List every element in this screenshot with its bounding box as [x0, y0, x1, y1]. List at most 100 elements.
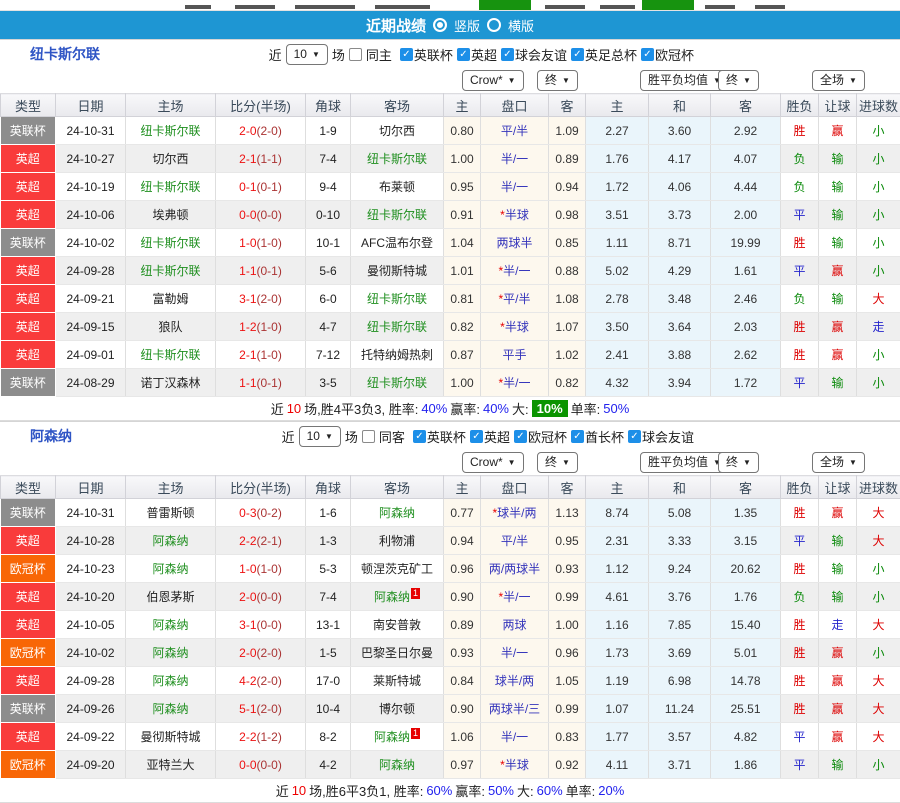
odds-select-0[interactable]: Crow*▼	[462, 70, 524, 91]
horizontal-layout-radio[interactable]	[487, 18, 501, 32]
horizontal-layout-label[interactable]: 横版	[508, 16, 534, 35]
cell-score: 2-2(2-1)	[216, 527, 306, 555]
team-link[interactable]: 托特纳姆热刺	[361, 348, 433, 362]
match-row: 英超24-09-15狼队1-2(1-0)4-7纽卡斯尔联0.82*半球1.073…	[1, 313, 900, 341]
column-header: 客场	[351, 94, 444, 117]
vertical-layout-label[interactable]: 竖版	[454, 16, 480, 35]
cell-handicap-result: 赢	[819, 695, 857, 723]
league-badge: 英联杯	[1, 695, 56, 723]
team-link[interactable]: 纽卡斯尔联	[367, 292, 427, 306]
cell-asian-home-odds: 0.95	[444, 173, 481, 201]
team-link[interactable]: 富勒姆	[152, 292, 188, 306]
same-venue-checkbox[interactable]	[349, 48, 362, 61]
team-link[interactable]: 纽卡斯尔联	[367, 208, 427, 222]
cell-asian-home-odds: 0.77	[444, 499, 481, 527]
odds-select-1[interactable]: 终▼	[537, 70, 578, 91]
odds-select-4[interactable]: 全场▼	[812, 452, 865, 473]
clipped-green-button	[479, 0, 531, 10]
same-venue-checkbox[interactable]	[362, 430, 375, 443]
league-filter-item: ✓酋长杯	[571, 427, 624, 446]
team-link[interactable]: 阿森纳	[374, 590, 410, 604]
match-count-select[interactable]: 10▼	[286, 44, 328, 65]
clipped-text-fragment	[375, 5, 430, 9]
team-link[interactable]: 纽卡斯尔联	[140, 348, 200, 362]
team-link[interactable]: 普雷斯顿	[146, 506, 194, 520]
odds-select-1[interactable]: 终▼	[537, 452, 578, 473]
section-header: 阿森纳 近 10▼ 场 同客 ✓英联杯✓英超✓欧冠杯✓酋长杯✓球会友谊	[0, 421, 900, 450]
odds-select-0[interactable]: Crow*▼	[462, 452, 524, 473]
team-link[interactable]: 阿森纳	[152, 646, 188, 660]
league-checkbox[interactable]: ✓	[470, 430, 483, 443]
cell-euro-home-odds: 2.78	[586, 285, 649, 313]
cell-corners: 7-12	[306, 341, 351, 369]
team-link[interactable]: 莱斯特城	[373, 674, 421, 688]
team-link[interactable]: 诺丁汉森林	[140, 376, 200, 390]
team-link[interactable]: 纽卡斯尔联	[367, 376, 427, 390]
league-checkbox[interactable]: ✓	[571, 48, 584, 61]
cell-handicap: *半球	[481, 201, 549, 229]
team-link[interactable]: 顿涅茨克矿工	[361, 562, 433, 576]
team-link[interactable]: 伯恩茅斯	[146, 590, 194, 604]
team-link[interactable]: 巴黎圣日尔曼	[361, 646, 433, 660]
team-link[interactable]: 切尔西	[152, 152, 188, 166]
league-checkbox[interactable]: ✓	[514, 430, 527, 443]
league-checkbox[interactable]: ✓	[628, 430, 641, 443]
cell-handicap-result: 赢	[819, 639, 857, 667]
team-link[interactable]: 纽卡斯尔联	[140, 236, 200, 250]
vertical-layout-radio[interactable]	[433, 18, 447, 32]
cell-euro-draw-odds: 3.88	[649, 341, 711, 369]
odds-select-2[interactable]: 胜平负均值▼	[640, 452, 729, 473]
team-link[interactable]: 博尔顿	[379, 702, 415, 716]
team-link[interactable]: 狼队	[158, 320, 182, 334]
odds-select-3[interactable]: 终▼	[718, 452, 759, 473]
cell-euro-away-odds: 2.00	[711, 201, 781, 229]
cell-home-team: 纽卡斯尔联	[126, 341, 216, 369]
league-checkbox[interactable]: ✓	[571, 430, 584, 443]
team-link[interactable]: 阿森纳	[374, 730, 410, 744]
team-link[interactable]: 曼彻斯特城	[367, 264, 427, 278]
team-link[interactable]: AFC温布尔登	[361, 236, 433, 250]
team-link[interactable]: 纽卡斯尔联	[140, 264, 200, 278]
halftime-score: (1-0)	[257, 348, 282, 362]
team-link[interactable]: 切尔西	[379, 124, 415, 138]
league-checkbox[interactable]: ✓	[641, 48, 654, 61]
team-link[interactable]: 阿森纳	[152, 674, 188, 688]
league-checkbox[interactable]: ✓	[400, 48, 413, 61]
section-header: 纽卡斯尔联 近 10▼ 场 同主 ✓英联杯✓英超✓球会友谊✓英足总杯✓欧冠杯	[0, 39, 900, 68]
team-link[interactable]: 亚特兰大	[146, 758, 194, 772]
cell-handicap-result: 走	[819, 611, 857, 639]
odds-select-3[interactable]: 终▼	[718, 70, 759, 91]
column-header: 比分(半场)	[216, 476, 306, 499]
cell-away-team: 曼彻斯特城	[351, 257, 444, 285]
match-row: 欧冠杯24-10-02阿森纳2-0(2-0)1-5巴黎圣日尔曼0.93半/一0.…	[1, 639, 900, 667]
odds-select-4[interactable]: 全场▼	[812, 70, 865, 91]
team-link[interactable]: 南安普敦	[373, 618, 421, 632]
column-header: 类型	[1, 94, 56, 117]
cell-asian-home-odds: 1.04	[444, 229, 481, 257]
team-link[interactable]: 纽卡斯尔联	[367, 152, 427, 166]
team-link[interactable]: 纽卡斯尔联	[140, 180, 200, 194]
cell-euro-home-odds: 1.12	[586, 555, 649, 583]
column-header: 主	[444, 94, 481, 117]
odds-select-2[interactable]: 胜平负均值▼	[640, 70, 729, 91]
cell-handicap: *半/一	[481, 257, 549, 285]
team-link[interactable]: 利物浦	[379, 534, 415, 548]
team-link[interactable]: 纽卡斯尔联	[367, 320, 427, 334]
handicap-value: 半/一	[501, 152, 528, 166]
league-checkbox[interactable]: ✓	[501, 48, 514, 61]
team-link[interactable]: 阿森纳	[152, 534, 188, 548]
league-checkbox[interactable]: ✓	[457, 48, 470, 61]
team-link[interactable]: 阿森纳	[379, 506, 415, 520]
match-count-select[interactable]: 10▼	[299, 426, 341, 447]
league-checkbox[interactable]: ✓	[413, 430, 426, 443]
team-link[interactable]: 埃弗顿	[152, 208, 188, 222]
team-link[interactable]: 曼彻斯特城	[140, 730, 200, 744]
cell-home-team: 阿森纳	[126, 639, 216, 667]
team-link[interactable]: 阿森纳	[152, 618, 188, 632]
cell-home-team: 纽卡斯尔联	[126, 229, 216, 257]
team-link[interactable]: 阿森纳	[152, 562, 188, 576]
team-link[interactable]: 阿森纳	[379, 758, 415, 772]
team-link[interactable]: 阿森纳	[152, 702, 188, 716]
team-link[interactable]: 纽卡斯尔联	[140, 124, 200, 138]
team-link[interactable]: 布莱顿	[379, 180, 415, 194]
